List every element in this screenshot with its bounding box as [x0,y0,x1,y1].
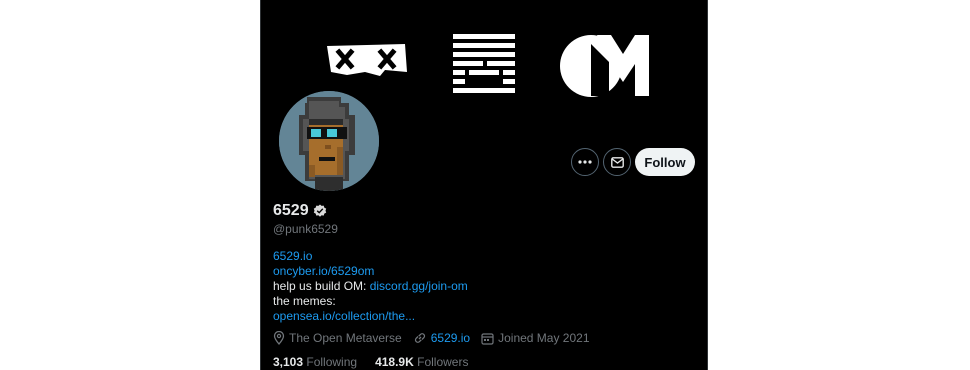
location-text: The Open Metaverse [289,331,402,345]
profile-meta: The Open Metaverse 6529.io Joined May 20… [273,331,601,345]
display-name-row: 6529 [273,202,327,220]
message-button[interactable] [603,148,631,176]
handle: @punk6529 [273,222,338,236]
website-link[interactable]: 6529.io [431,331,470,345]
envelope-icon [610,156,624,168]
link-icon [414,333,425,343]
more-dots-icon [578,160,592,164]
following-count: 3,103 [273,355,304,369]
banner-om-logo [560,35,649,97]
banner-stripes-logo [453,34,515,93]
banner-xx-logo [327,44,407,76]
display-name: 6529 [273,202,309,219]
bio-text-memes: the memes: [273,294,336,308]
location-pin-icon [273,331,285,345]
bio-text-help: help us build OM: [273,279,370,293]
website-item: 6529.io [413,331,470,345]
follow-button[interactable]: Follow [635,148,695,176]
followers-label: Followers [417,355,469,369]
joined-item: Joined May 2021 [481,331,590,345]
calendar-icon [481,332,494,345]
followers-stat[interactable]: 418.9K Followers [375,355,468,369]
following-label: Following [306,355,358,369]
bio: 6529.io oncyber.io/6529om help us build … [273,249,468,324]
more-options-button[interactable] [571,148,599,176]
followers-count: 418.9K [375,355,414,369]
profile-stats: 3,103 Following 418.9K Followers [273,355,468,369]
verified-badge-icon[interactable] [313,204,327,218]
profile-page: Follow 6529 @punk6529 6529.io oncyber.io… [260,0,708,370]
joined-text: Joined May 2021 [498,331,590,345]
avatar[interactable] [276,88,382,194]
bio-link-oncyber[interactable]: oncyber.io/6529om [273,264,374,278]
bio-link-discord[interactable]: discord.gg/join-om [370,279,468,293]
bio-link-6529io[interactable]: 6529.io [273,249,312,263]
location-item: The Open Metaverse [273,331,402,345]
pixel-punk-avatar [279,91,379,191]
bio-link-opensea[interactable]: opensea.io/collection/the... [273,309,415,323]
following-stat[interactable]: 3,103 Following [273,355,357,369]
